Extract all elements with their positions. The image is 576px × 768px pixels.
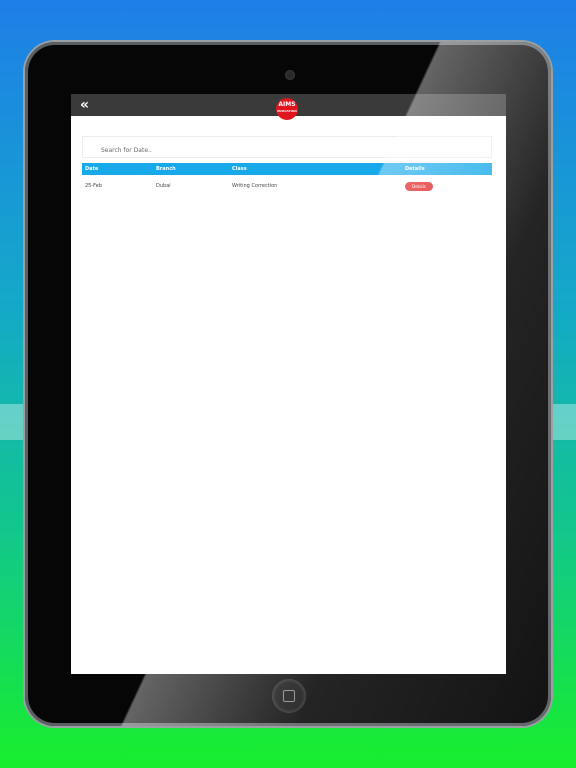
- column-header-date: Date: [82, 163, 153, 175]
- home-square-icon: [283, 690, 295, 702]
- classes-table: Date Branch Class Details 25-Feb Dubai W…: [82, 163, 492, 197]
- double-chevron-left-icon[interactable]: «: [80, 96, 89, 114]
- logo-subtext: EDUCATION: [277, 109, 297, 113]
- column-header-branch: Branch: [153, 163, 229, 175]
- cell-details: Details: [402, 175, 492, 197]
- top-navigation-bar: « AIMS EDUCATION: [71, 94, 506, 120]
- cell-class: Writing Correction: [232, 183, 278, 189]
- app-screen: « AIMS EDUCATION Date Branch Class Detai…: [71, 94, 506, 674]
- column-header-details: Details: [402, 163, 492, 175]
- search-field: [82, 136, 492, 161]
- search-input[interactable]: [83, 140, 491, 161]
- logo-text: AIMS: [278, 101, 296, 108]
- column-header-class: Class: [229, 163, 402, 175]
- cell-branch: Dubai: [156, 183, 171, 189]
- table-row: 25-Feb Dubai Writing Correction Details: [82, 175, 492, 197]
- table-header-row: Date Branch Class Details: [82, 163, 492, 175]
- cell-date: 25-Feb: [85, 183, 103, 189]
- tablet-device-frame: « AIMS EDUCATION Date Branch Class Detai…: [25, 42, 551, 726]
- details-button[interactable]: Details: [405, 181, 433, 191]
- camera-icon: [285, 70, 295, 80]
- home-button-icon[interactable]: [272, 679, 306, 713]
- aims-logo: AIMS EDUCATION: [276, 98, 298, 120]
